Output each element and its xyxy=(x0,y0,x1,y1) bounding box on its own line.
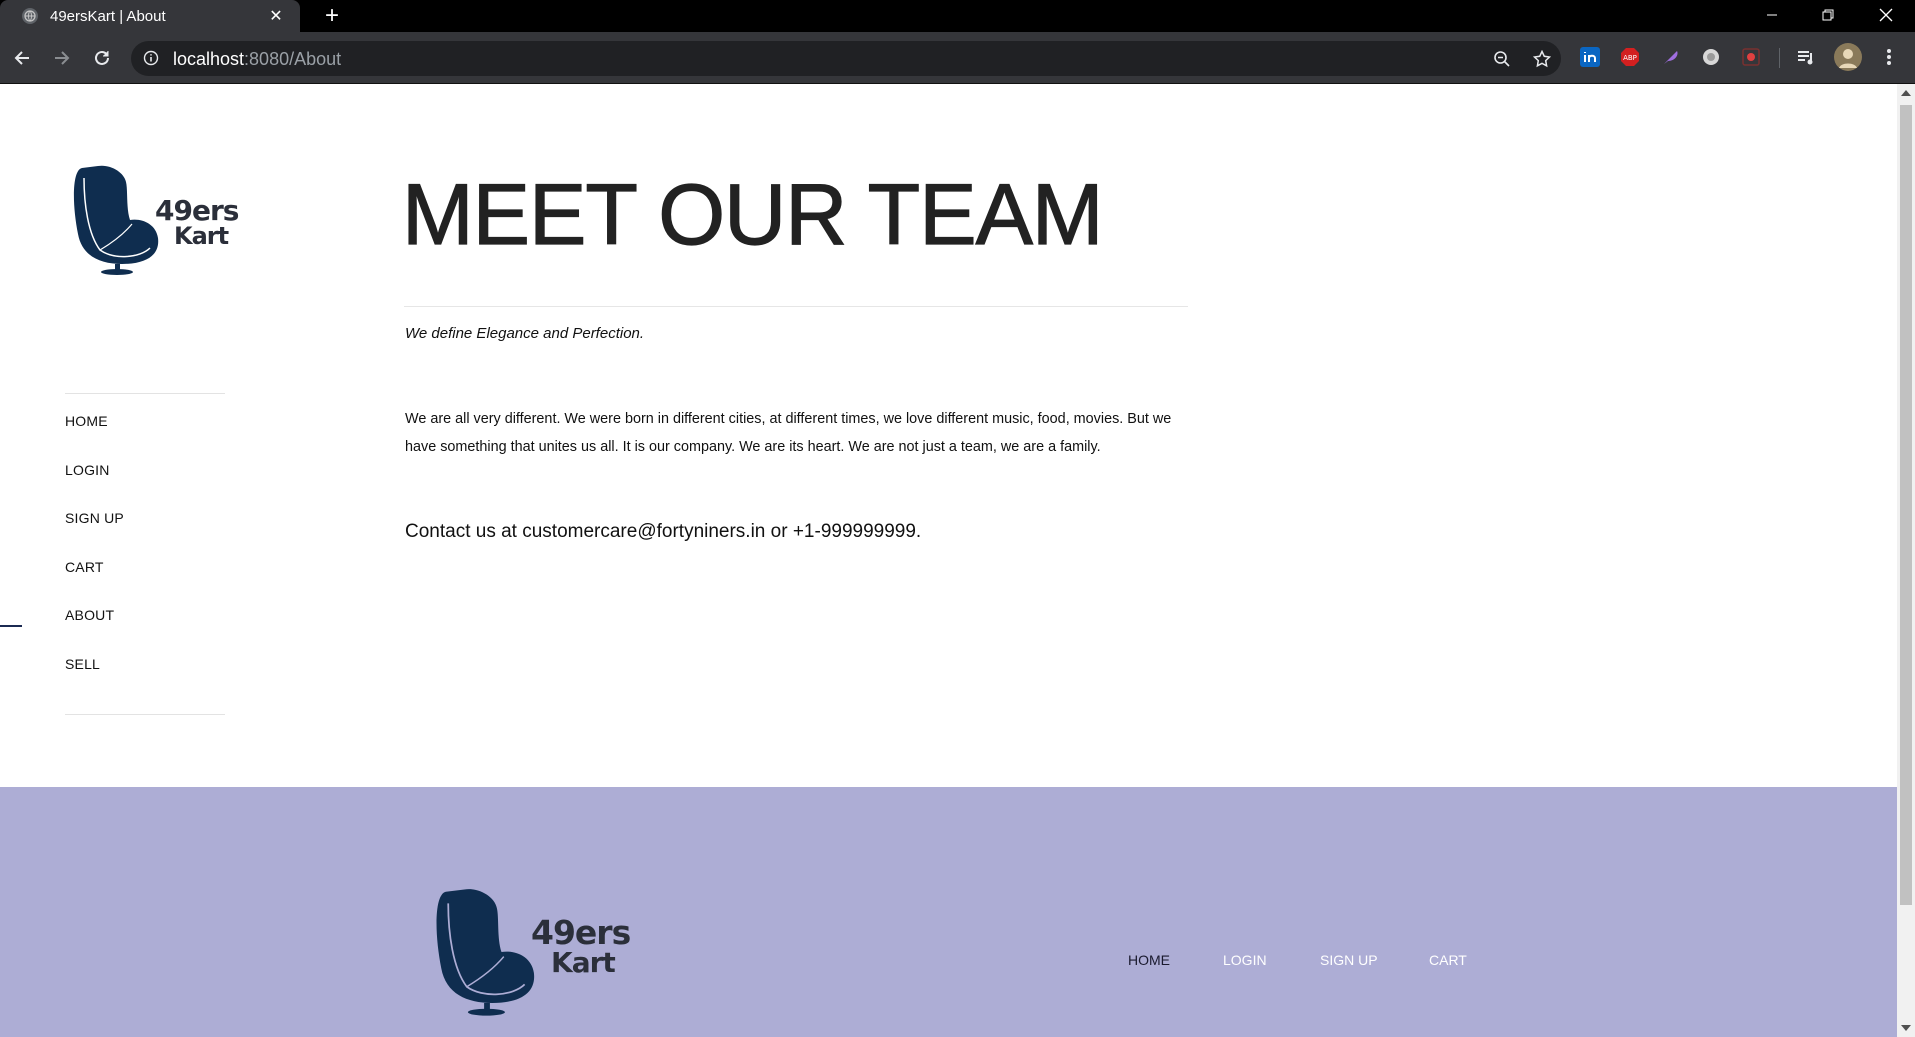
circle-icon[interactable] xyxy=(1699,45,1723,69)
feather-icon[interactable] xyxy=(1659,45,1683,69)
sidebar-item-sell[interactable]: SELL xyxy=(65,656,124,705)
bookmark-star-icon[interactable] xyxy=(1531,48,1553,70)
sidebar-item-home[interactable]: HOME xyxy=(65,413,124,462)
media-queue-icon[interactable] xyxy=(1794,45,1818,69)
browser-tab[interactable]: 49ersKart | About ✕ xyxy=(0,0,300,32)
sidebar-divider-top xyxy=(65,393,225,394)
logo-text-line2: Kart xyxy=(174,222,229,250)
tab-title: 49ersKart | About xyxy=(50,7,166,25)
reload-icon[interactable] xyxy=(86,42,118,74)
page-title: MEET OUR TEAM xyxy=(401,167,1104,263)
sidebar-nav: HOME LOGIN SIGN UP CART ABOUT SELL xyxy=(65,413,124,704)
adblock-icon[interactable]: ABP xyxy=(1618,45,1642,69)
scroll-down-arrow-icon[interactable] xyxy=(1901,1025,1911,1031)
footer-logo[interactable]: 49ers Kart xyxy=(432,887,631,1017)
browser-toolbar: localhost:8080/About ABP xyxy=(0,32,1915,84)
url-host: localhost xyxy=(173,49,245,69)
sidebar-item-cart[interactable]: CART xyxy=(65,559,124,608)
record-icon[interactable] xyxy=(1739,45,1763,69)
sidebar-divider-bottom xyxy=(65,714,225,715)
url-text[interactable]: localhost:8080/About xyxy=(173,49,341,70)
address-bar[interactable]: localhost:8080/About xyxy=(131,41,1561,76)
zoom-icon[interactable] xyxy=(1491,48,1513,70)
footer-link-sign-up[interactable]: SIGN UP xyxy=(1320,952,1378,968)
close-window-icon[interactable] xyxy=(1858,0,1914,30)
url-path: :8080/About xyxy=(244,49,342,69)
logo[interactable]: 49ers Kart xyxy=(70,164,239,279)
contact-text: Contact us at customercare@fortyniners.i… xyxy=(405,521,922,542)
footer-link-login[interactable]: LOGIN xyxy=(1223,952,1267,968)
toolbar-separator xyxy=(1779,48,1780,68)
title-divider xyxy=(404,306,1188,307)
footer: 49ers Kart HOME LOGIN SIGN UP CART xyxy=(0,787,1897,1037)
info-icon[interactable] xyxy=(143,50,159,66)
back-arrow-icon[interactable] xyxy=(6,42,38,74)
more-vert-icon[interactable] xyxy=(1877,45,1901,69)
restore-icon[interactable] xyxy=(1800,0,1856,30)
sidebar-item-login[interactable]: LOGIN xyxy=(65,462,124,511)
footer-logo-text-line2: Kart xyxy=(551,946,616,979)
active-nav-indicator xyxy=(0,625,22,627)
page-content: 49ers Kart HOME LOGIN SIGN UP CART ABOUT… xyxy=(0,84,1897,1037)
forward-arrow-icon[interactable] xyxy=(46,42,78,74)
footer-link-home[interactable]: HOME xyxy=(1128,952,1170,968)
scrollbar-thumb[interactable] xyxy=(1900,105,1912,905)
chair-logo-icon xyxy=(436,889,535,1016)
close-tab-icon[interactable]: ✕ xyxy=(264,4,288,28)
about-paragraph: We are all very different. We were born … xyxy=(405,411,1172,455)
sidebar-item-about[interactable]: ABOUT xyxy=(65,607,124,656)
svg-text:ABP: ABP xyxy=(1623,54,1637,62)
linkedin-icon[interactable] xyxy=(1578,45,1602,69)
footer-link-cart[interactable]: CART xyxy=(1429,952,1467,968)
globe-icon xyxy=(22,8,38,24)
tagline: We define Elegance and Perfection. xyxy=(405,325,645,342)
chair-logo-icon xyxy=(73,165,159,275)
profile-avatar[interactable] xyxy=(1834,43,1862,71)
browser-tab-bar: 49ersKart | About ✕ + xyxy=(0,0,1915,32)
minimize-icon[interactable] xyxy=(1744,0,1800,30)
sidebar-item-sign-up[interactable]: SIGN UP xyxy=(65,510,124,559)
scroll-up-arrow-icon[interactable] xyxy=(1901,90,1911,96)
new-tab-button[interactable]: + xyxy=(318,4,346,28)
page-scrollbar[interactable] xyxy=(1897,84,1915,1037)
